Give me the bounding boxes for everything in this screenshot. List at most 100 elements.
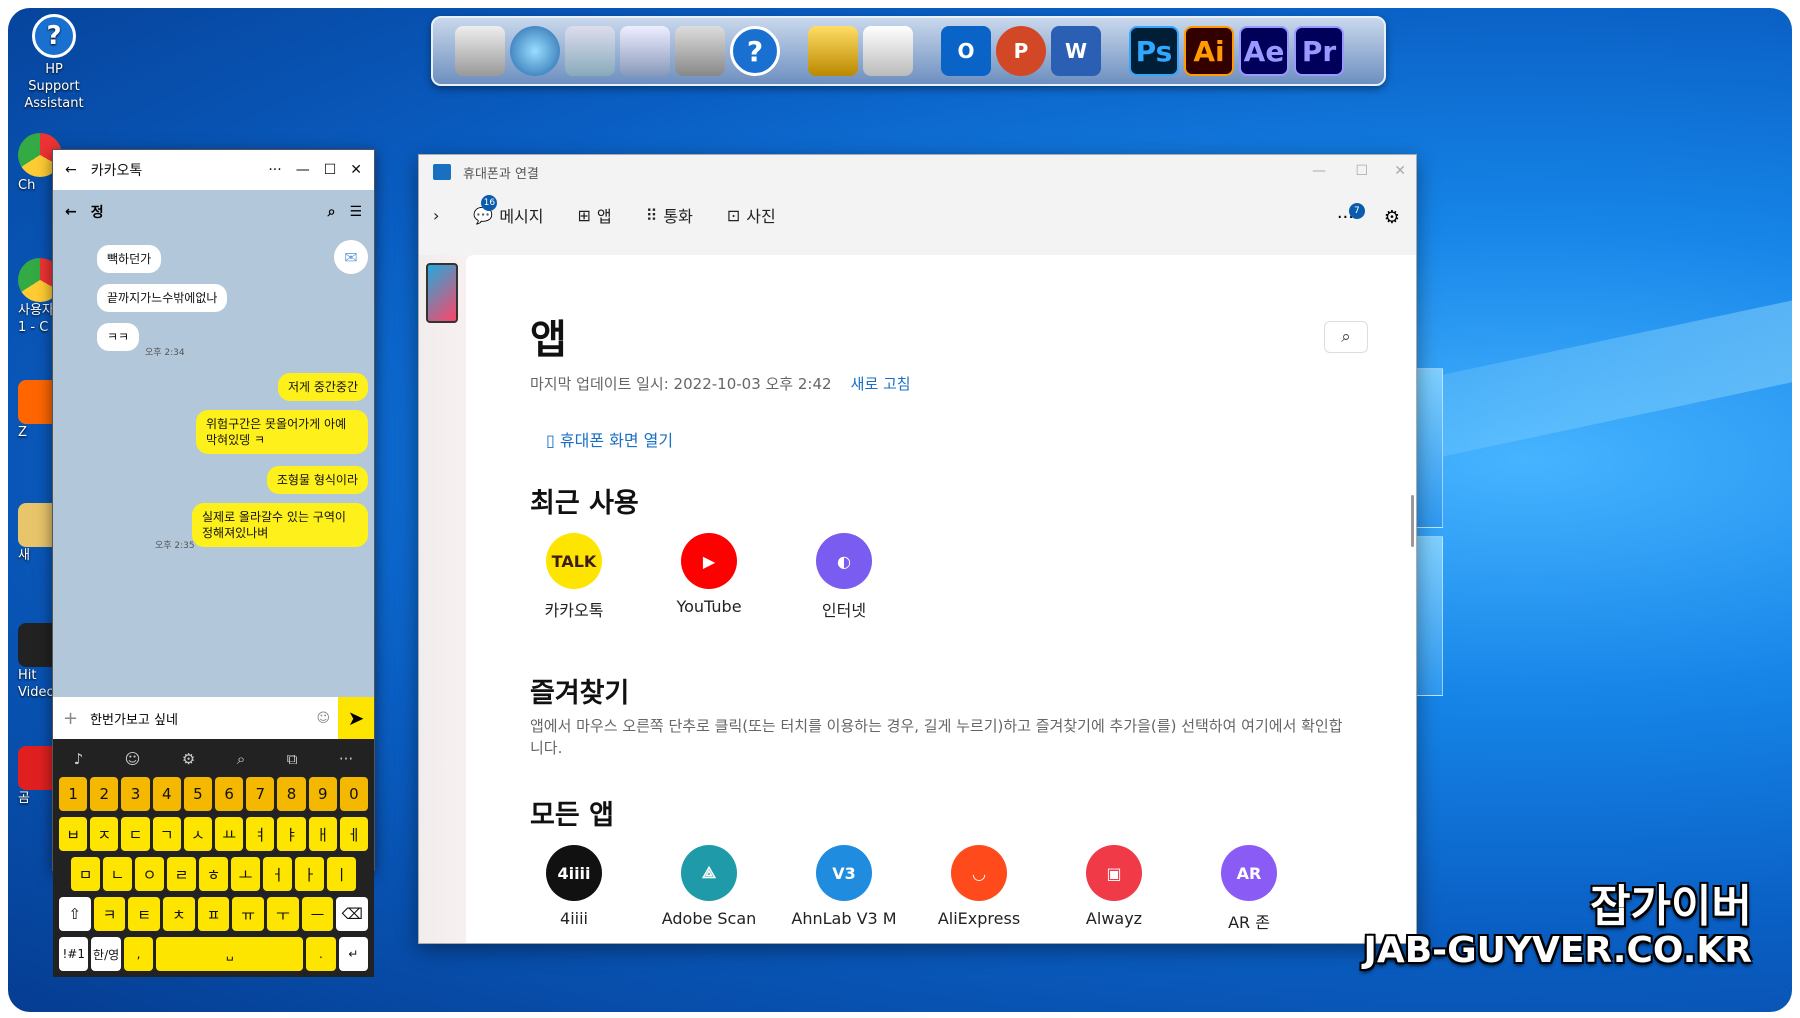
message-bubble[interactable]: ㅋㅋ: [97, 323, 140, 351]
message-bubble[interactable]: 끝까지가느수밖에없나: [97, 284, 228, 312]
keyboard-key[interactable]: ㅍ: [197, 897, 230, 931]
keyboard-key[interactable]: 4: [152, 777, 181, 811]
expand-chevron-icon[interactable]: ›: [433, 206, 439, 225]
minimize-button[interactable]: —: [296, 162, 310, 178]
keyboard-key[interactable]: ㅡ: [301, 897, 334, 931]
all-app[interactable]: AR AR 존: [1189, 845, 1309, 933]
close-button[interactable]: ✕: [1394, 163, 1406, 179]
more-icon[interactable]: ···: [268, 162, 281, 178]
maximize-button[interactable]: ☐: [1355, 163, 1368, 179]
folder-open-icon[interactable]: [620, 26, 670, 76]
tab-apps[interactable]: ⊞ 앱: [578, 203, 612, 227]
keyboard-key[interactable]: !#1: [59, 937, 89, 971]
keyboard-key[interactable]: ⌫: [336, 897, 369, 931]
keyboard-key[interactable]: 2: [90, 777, 119, 811]
keyboard-key[interactable]: ㄱ: [152, 817, 181, 851]
message-bubble[interactable]: 조형물 형식이라: [266, 466, 368, 494]
more-icon[interactable]: ···: [339, 750, 353, 768]
gear-icon[interactable]: ⚙: [182, 750, 195, 768]
microphone-icon[interactable]: ♪: [74, 750, 84, 768]
keyboard-key[interactable]: ㅛ: [215, 817, 244, 851]
keyboard-key[interactable]: ㅎ: [199, 857, 228, 891]
all-app[interactable]: ◡ AliExpress: [919, 845, 1039, 928]
close-button[interactable]: ✕: [350, 162, 362, 178]
megaphone-icon[interactable]: ✉: [334, 240, 368, 274]
send-button[interactable]: ➤: [338, 697, 374, 739]
open-phone-screen-link[interactable]: ▯ 휴대폰 화면 열기: [546, 427, 673, 451]
outlook-icon[interactable]: O: [941, 26, 991, 76]
powerpoint-icon[interactable]: P: [996, 26, 1046, 76]
keyboard-key[interactable]: 0: [339, 777, 369, 811]
keyboard-key[interactable]: 3: [121, 777, 150, 811]
keyboard-key[interactable]: .: [306, 937, 336, 971]
recycle-bin-icon[interactable]: [863, 26, 913, 76]
phone-thumbnail[interactable]: [426, 263, 458, 323]
keyboard-key[interactable]: ㄹ: [167, 857, 196, 891]
keyboard-key[interactable]: ㅌ: [128, 897, 161, 931]
tab-messages[interactable]: 💬 16 메시지: [473, 195, 544, 227]
keyboard-key[interactable]: 1: [59, 777, 88, 811]
tab-calls[interactable]: ⠿ 통화: [646, 203, 693, 227]
message-bubble[interactable]: 위험구간은 못올어가게 아예 막혀있뎅 ㅋ: [196, 410, 368, 454]
after-effects-icon[interactable]: Ae: [1239, 26, 1289, 76]
settings-gear-icon[interactable]: ⚙: [1384, 207, 1400, 228]
search-button[interactable]: ⌕: [1324, 321, 1368, 353]
keyboard-key[interactable]: ⇧: [59, 897, 91, 931]
minimize-button[interactable]: —: [1312, 163, 1326, 179]
keyboard-key[interactable]: ㅇ: [135, 857, 164, 891]
word-icon[interactable]: W: [1051, 26, 1101, 76]
keyboard-key[interactable]: ㅔ: [339, 817, 369, 851]
keyboard-key[interactable]: ↵: [338, 937, 369, 971]
keyboard-key[interactable]: ㅐ: [308, 817, 337, 851]
refresh-link[interactable]: 새로 고침: [851, 375, 911, 393]
tab-photos[interactable]: ⊡ 사진: [727, 203, 776, 227]
message-bubble[interactable]: 저게 중간중간: [277, 373, 368, 401]
keyboard-key[interactable]: 5: [183, 777, 213, 811]
globe-icon[interactable]: [510, 26, 560, 76]
translate-icon[interactable]: ⧉: [287, 750, 298, 768]
keyboard-key[interactable]: ㅏ: [295, 857, 324, 891]
keyboard-key[interactable]: ␣: [156, 937, 304, 971]
keyboard-key[interactable]: ㄴ: [103, 857, 132, 891]
more-button[interactable]: ··· 7: [1337, 203, 1365, 228]
keyboard-key[interactable]: ㅊ: [163, 897, 195, 931]
keyboard-key[interactable]: ㅈ: [90, 817, 119, 851]
keyboard-key[interactable]: ㅠ: [232, 897, 265, 931]
keyboard-key[interactable]: ㅅ: [183, 817, 213, 851]
recent-app[interactable]: TALK 카카오톡: [514, 533, 634, 621]
scrollbar[interactable]: [1411, 495, 1414, 547]
keyboard-key[interactable]: ㅕ: [246, 817, 275, 851]
premiere-icon[interactable]: Pr: [1294, 26, 1344, 76]
keyboard-key[interactable]: ㄷ: [121, 817, 150, 851]
keyboard-key[interactable]: ㅜ: [267, 897, 299, 931]
photoshop-icon[interactable]: Ps: [1129, 26, 1179, 76]
all-app[interactable]: ⟁ Adobe Scan: [649, 845, 769, 928]
back-arrow-icon[interactable]: ←: [65, 162, 77, 178]
keyboard-key[interactable]: ㅓ: [263, 857, 292, 891]
keyboard-key[interactable]: ㅋ: [93, 897, 126, 931]
message-input[interactable]: 한번가보고 싶네: [90, 709, 304, 728]
keyboard-key[interactable]: 9: [308, 777, 337, 811]
hammer-icon[interactable]: [808, 26, 858, 76]
maximize-button[interactable]: ☐: [324, 162, 337, 178]
menu-icon[interactable]: ☰: [349, 204, 362, 220]
keyboard-key[interactable]: ㅣ: [327, 857, 356, 891]
tools-icon[interactable]: [675, 26, 725, 76]
emoji-icon[interactable]: ☺: [316, 711, 330, 726]
folder-icon[interactable]: [565, 26, 615, 76]
keyboard-key[interactable]: ㅁ: [71, 857, 100, 891]
search-icon[interactable]: ⌕: [328, 204, 336, 220]
keyboard-key[interactable]: 8: [277, 777, 306, 811]
message-bubble[interactable]: 빽하던가: [97, 245, 162, 273]
illustrator-icon[interactable]: Ai: [1184, 26, 1234, 76]
keyboard-key[interactable]: 한/영: [91, 937, 121, 971]
all-app[interactable]: V3 AhnLab V3 M: [784, 845, 904, 928]
all-app[interactable]: 4iiii 4iiii: [514, 845, 634, 928]
recent-app[interactable]: ◐ 인터넷: [784, 533, 904, 621]
search-icon[interactable]: ⌕: [237, 750, 245, 768]
keyboard-key[interactable]: 7: [246, 777, 275, 811]
keyboard-key[interactable]: ,: [123, 937, 154, 971]
keyboard-key[interactable]: ㅗ: [231, 857, 260, 891]
desktop-icon-hp[interactable]: ? HP Support Assistant: [18, 14, 90, 112]
recent-app[interactable]: ▶ YouTube: [649, 533, 769, 616]
